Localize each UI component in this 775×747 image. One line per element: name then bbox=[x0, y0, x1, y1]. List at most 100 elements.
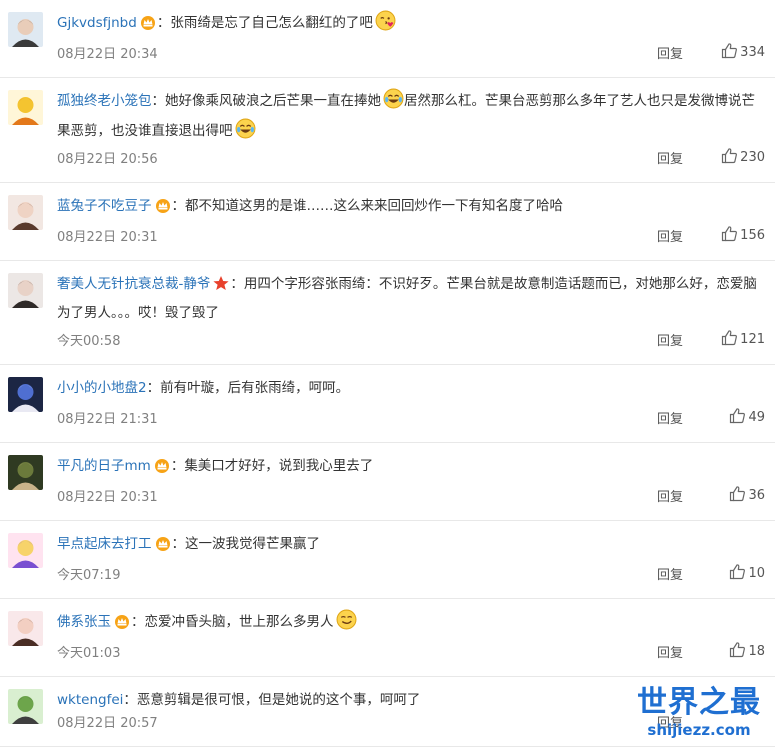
avatar[interactable] bbox=[8, 533, 43, 568]
like-button[interactable]: 334 bbox=[721, 42, 765, 60]
comment-meta: 08月22日 20:31 回复 36 bbox=[57, 486, 765, 506]
comment-meta: 今天07:19 回复 10 bbox=[57, 564, 765, 584]
like-count: 156 bbox=[740, 228, 765, 243]
username-separator: ： bbox=[156, 15, 171, 31]
avatar[interactable] bbox=[8, 273, 43, 308]
comment-body: 这一波我觉得芒果赢了 bbox=[185, 536, 320, 552]
comment-text: 奢美人无针抗衰总裁-静爷 ：用四个字形容张雨绮：不识好歹。芒果台就是故意制造话题而… bbox=[57, 271, 767, 326]
avatar[interactable] bbox=[8, 611, 43, 646]
comment-meta: 08月22日 21:31 回复 49 bbox=[57, 408, 765, 428]
username-separator: ： bbox=[151, 93, 166, 109]
comment-item: 奢美人无针抗衰总裁-静爷 ：用四个字形容张雨绮：不识好歹。芒果台就是故意制造话题而… bbox=[0, 261, 775, 365]
username-link[interactable]: 小小的小地盘2 bbox=[57, 380, 147, 396]
comment-item: 平凡的日子mm ：集美口才好好，说到我心里去了 08月22日 20:31 回复 36 bbox=[0, 443, 775, 521]
comment-body: 集美口才好好，说到我心里去了 bbox=[184, 458, 374, 474]
like-button[interactable]: 121 bbox=[721, 329, 765, 347]
username-link[interactable]: 蓝兔子不吃豆子 bbox=[57, 198, 152, 214]
like-count: 18 bbox=[748, 644, 765, 659]
timestamp: 今天00:58 bbox=[57, 334, 121, 349]
username-link[interactable]: 平凡的日子mm bbox=[57, 458, 151, 474]
like-button[interactable]: 18 bbox=[729, 641, 765, 659]
like-count: 36 bbox=[748, 488, 765, 503]
username-separator: ： bbox=[123, 692, 137, 708]
comment-meta: 08月22日 20:31 回复 156 bbox=[57, 226, 765, 246]
timestamp: 08月22日 21:31 bbox=[57, 412, 158, 427]
avatar[interactable] bbox=[8, 195, 43, 230]
comment-text: 平凡的日子mm ：集美口才好好，说到我心里去了 bbox=[57, 453, 767, 482]
comment-item: 蓝兔子不吃豆子 ：都不知道这男的是谁……这么来来回回炒作一下有知名度了哈哈 08月2… bbox=[0, 183, 775, 261]
comment-item: 佛系张玉 ：恋爱冲昏头脑，世上那么多男人今天01:03 回复 18 bbox=[0, 599, 775, 677]
heart-kiss-emoji bbox=[375, 10, 396, 40]
thumbs-up-icon bbox=[729, 408, 748, 425]
avatar[interactable] bbox=[8, 455, 43, 490]
like-button[interactable]: 156 bbox=[721, 225, 765, 243]
comment-body: 都不知道这男的是谁……这么来来回回炒作一下有知名度了哈哈 bbox=[185, 198, 563, 214]
comment-text: 早点起床去打工 ：这一波我觉得芒果赢了 bbox=[57, 531, 767, 560]
username-separator: ： bbox=[171, 536, 186, 552]
thumbs-up-icon bbox=[729, 564, 748, 581]
like-count: 230 bbox=[740, 150, 765, 165]
comment-meta: 08月22日 20:34 回复 334 bbox=[57, 43, 765, 63]
username-link[interactable]: 早点起床去打工 bbox=[57, 536, 152, 552]
timestamp: 08月22日 20:31 bbox=[57, 230, 158, 245]
smirk-emoji bbox=[336, 609, 357, 639]
avatar[interactable] bbox=[8, 689, 43, 724]
site-watermark: 世界之最 shijiezz.com bbox=[631, 685, 767, 743]
comment-body: 她好像乘风破浪之后芒果一直在捧她 bbox=[165, 93, 381, 109]
crown-badge-icon bbox=[139, 13, 157, 39]
thumbs-up-icon bbox=[721, 226, 740, 243]
thumbs-up-icon bbox=[721, 330, 740, 347]
reply-button[interactable]: 回复 bbox=[657, 564, 683, 583]
username-link[interactable]: 孤独终老小笼包 bbox=[57, 93, 152, 109]
avatar[interactable] bbox=[8, 90, 43, 125]
reply-button[interactable]: 回复 bbox=[657, 642, 683, 661]
reply-button[interactable]: 回复 bbox=[657, 148, 683, 167]
timestamp: 08月22日 20:57 bbox=[57, 716, 158, 731]
crown-badge-icon bbox=[154, 534, 172, 560]
crown-badge-icon bbox=[154, 196, 172, 222]
username-separator: ： bbox=[230, 276, 244, 292]
thumbs-up-icon bbox=[729, 642, 748, 659]
avatar[interactable] bbox=[8, 377, 43, 412]
like-count: 334 bbox=[740, 45, 765, 60]
reply-button[interactable]: 回复 bbox=[657, 486, 683, 505]
comment-item: 孤独终老小笼包：她好像乘风破浪之后芒果一直在捧她 居然那么杠。芒果台恶剪那么多年了… bbox=[0, 78, 775, 183]
username-link[interactable]: 奢美人无针抗衰总裁-静爷 bbox=[57, 276, 210, 292]
comment-body: 前有叶璇，后有张雨绮，呵呵。 bbox=[160, 380, 350, 396]
laugh-cry-emoji bbox=[383, 88, 404, 118]
reply-button[interactable]: 回复 bbox=[657, 43, 683, 62]
like-count: 10 bbox=[748, 566, 765, 581]
comment-meta: 今天01:03 回复 18 bbox=[57, 642, 765, 662]
thumbs-up-icon bbox=[721, 43, 740, 60]
username-link[interactable]: wktengfei bbox=[57, 692, 123, 708]
username-link[interactable]: 佛系张玉 bbox=[57, 614, 111, 630]
comment-item: Gjkvdsfjnbd ：张雨绮是忘了自己怎么翻红的了吧 08月22日 20:34 回… bbox=[0, 0, 775, 78]
like-button[interactable]: 10 bbox=[729, 563, 765, 581]
comment-list: Gjkvdsfjnbd ：张雨绮是忘了自己怎么翻红的了吧 08月22日 20:34 回… bbox=[0, 0, 775, 747]
like-button[interactable]: 230 bbox=[721, 147, 765, 165]
timestamp: 今天01:03 bbox=[57, 646, 121, 661]
reply-button[interactable]: 回复 bbox=[657, 226, 683, 245]
reply-button[interactable]: 回复 bbox=[657, 330, 683, 349]
comment-text: 蓝兔子不吃豆子 ：都不知道这男的是谁……这么来来回回炒作一下有知名度了哈哈 bbox=[57, 193, 767, 222]
comment-body: 恋爱冲昏头脑，世上那么多男人 bbox=[144, 614, 334, 630]
watermark-chinese: 世界之最 bbox=[637, 685, 761, 720]
username-link[interactable]: Gjkvdsfjnbd bbox=[57, 15, 137, 31]
reply-button[interactable]: 回复 bbox=[657, 408, 683, 427]
username-separator: ： bbox=[171, 198, 186, 214]
star-badge-icon bbox=[212, 274, 230, 300]
like-button[interactable]: 49 bbox=[729, 407, 765, 425]
laugh-cry-emoji bbox=[235, 118, 256, 148]
thumbs-up-icon bbox=[721, 148, 740, 165]
avatar[interactable] bbox=[8, 12, 43, 47]
comment-text: 佛系张玉 ：恋爱冲昏头脑，世上那么多男人 bbox=[57, 609, 767, 639]
comment-text: Gjkvdsfjnbd ：张雨绮是忘了自己怎么翻红的了吧 bbox=[57, 10, 767, 40]
timestamp: 08月22日 20:34 bbox=[57, 47, 158, 62]
timestamp: 今天07:19 bbox=[57, 568, 121, 583]
like-button[interactable]: 36 bbox=[729, 485, 765, 503]
username-separator: ： bbox=[170, 458, 185, 474]
comment-text: 孤独终老小笼包：她好像乘风破浪之后芒果一直在捧她 居然那么杠。芒果台恶剪那么多年了… bbox=[57, 88, 767, 148]
like-count: 49 bbox=[748, 410, 765, 425]
thumbs-up-icon bbox=[729, 486, 748, 503]
crown-badge-icon bbox=[153, 456, 171, 482]
